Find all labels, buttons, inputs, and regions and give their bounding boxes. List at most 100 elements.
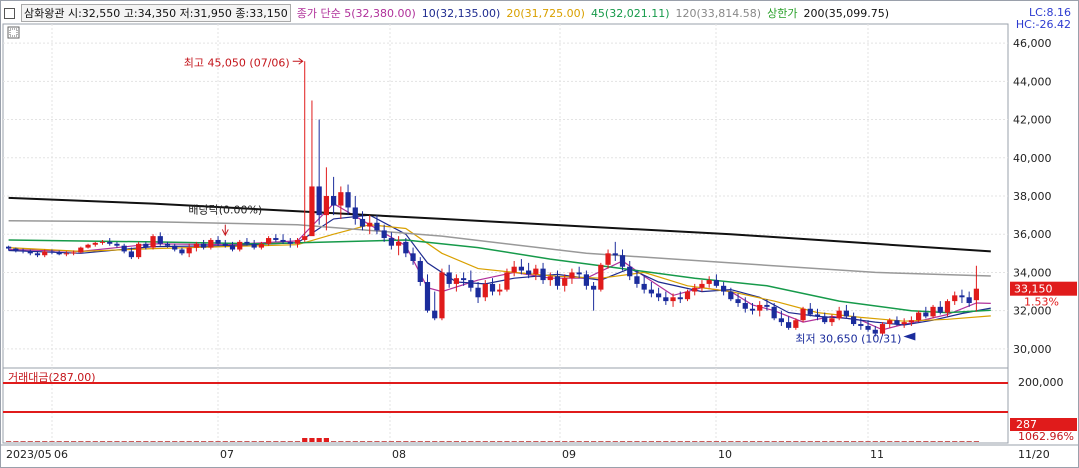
volume-bar xyxy=(735,441,741,442)
volume-bar xyxy=(966,441,972,442)
x-tick-label: 09 xyxy=(562,448,576,461)
candle-body xyxy=(381,230,387,239)
y-tick-label: 44,000 xyxy=(1013,75,1052,88)
volume-bar xyxy=(757,441,763,442)
volume-bar xyxy=(388,441,394,442)
volume-bar xyxy=(280,441,286,442)
candle-body xyxy=(71,252,77,254)
volume-panel xyxy=(2,367,1009,444)
candle-body xyxy=(591,285,597,290)
volume-bar xyxy=(381,441,387,442)
candle-body xyxy=(554,276,561,286)
candle-body xyxy=(309,186,315,237)
candle-body xyxy=(403,241,409,254)
candle-body xyxy=(150,236,156,248)
candle-body xyxy=(251,243,257,248)
candle-body xyxy=(511,266,517,273)
candle-body xyxy=(908,320,914,323)
candle-body xyxy=(410,253,416,261)
volume-bar xyxy=(879,441,886,442)
candle-body xyxy=(273,238,279,240)
candle-body xyxy=(677,297,683,300)
candle-body xyxy=(34,253,41,256)
candle-body xyxy=(49,251,55,253)
candle-body xyxy=(973,288,979,301)
candle-body xyxy=(136,243,142,258)
volume-bar xyxy=(461,441,467,442)
volume-bar xyxy=(511,441,517,442)
candle-body xyxy=(63,253,69,255)
candle-body xyxy=(901,322,907,325)
candle-body xyxy=(280,239,286,242)
volume-bar xyxy=(843,441,849,442)
volume-bar xyxy=(302,438,308,442)
volume-bar xyxy=(143,441,149,442)
volume-bar xyxy=(619,441,626,442)
x-axis: 2023/05 06 07 08 09 10 11 11/20 xyxy=(0,444,1079,461)
candle-body xyxy=(562,278,568,286)
price-panel xyxy=(2,23,1009,369)
candle-body xyxy=(302,236,308,240)
volume-bar xyxy=(359,441,366,442)
volume-bar xyxy=(518,441,524,442)
candle-body xyxy=(424,282,431,311)
candle-body xyxy=(92,242,98,245)
candle-body xyxy=(497,289,503,292)
candle-body xyxy=(619,255,626,267)
volume-bar xyxy=(215,441,221,442)
candle-body xyxy=(706,280,712,284)
candle-body xyxy=(316,186,322,216)
volume-bar xyxy=(728,441,734,442)
candle-body xyxy=(814,314,821,317)
volume-bar xyxy=(34,441,41,442)
candle-body xyxy=(27,251,33,254)
candle-body xyxy=(749,308,756,311)
volume-bar xyxy=(273,441,279,442)
candle-body xyxy=(352,207,358,219)
volume-bar xyxy=(684,441,691,442)
volume-bar xyxy=(670,441,676,442)
x-tick-label: 07 xyxy=(220,448,234,461)
volume-bar xyxy=(208,441,214,442)
volume-bar xyxy=(648,441,654,442)
candle-body xyxy=(128,251,134,258)
candle-body xyxy=(396,241,402,246)
volume-bar xyxy=(562,441,568,442)
volume-bar xyxy=(287,441,293,442)
candle-body xyxy=(583,274,589,286)
volume-bar xyxy=(92,441,98,442)
volume-bar xyxy=(807,441,813,442)
volume-bar xyxy=(78,441,84,442)
candle-body xyxy=(627,266,633,277)
volume-bar xyxy=(851,441,857,442)
candle-body xyxy=(56,252,62,255)
candle-body xyxy=(684,291,691,300)
volume-bar xyxy=(85,441,91,442)
candle-body xyxy=(793,320,799,328)
candle-body xyxy=(786,322,792,328)
candle-body xyxy=(157,236,163,244)
volume-bar xyxy=(251,441,257,442)
volume-bar xyxy=(814,441,821,442)
volume-bar xyxy=(749,441,756,442)
candle-body xyxy=(764,304,770,307)
candle-body xyxy=(208,239,214,248)
dividend-label: 배당락(0.00%) xyxy=(188,203,262,216)
stock-chart[interactable]: 30,00032,00034,00036,00038,00040,00042,0… xyxy=(0,0,1079,468)
candle-body xyxy=(374,222,380,231)
candle-body xyxy=(164,243,171,246)
candle-body xyxy=(663,297,669,302)
candle-body xyxy=(417,260,423,282)
volume-bar xyxy=(56,441,62,442)
volume-bar xyxy=(71,441,77,442)
candle-body xyxy=(721,285,727,292)
candle-body xyxy=(735,299,741,304)
candle-body xyxy=(475,287,481,298)
candle-body xyxy=(439,272,445,319)
x-tick-label: 2023/05 xyxy=(6,448,52,461)
volume-bar xyxy=(569,441,575,442)
candle-body xyxy=(287,241,293,244)
volume-bar xyxy=(576,441,582,442)
candle-body xyxy=(179,249,185,254)
volume-bar xyxy=(331,441,337,442)
